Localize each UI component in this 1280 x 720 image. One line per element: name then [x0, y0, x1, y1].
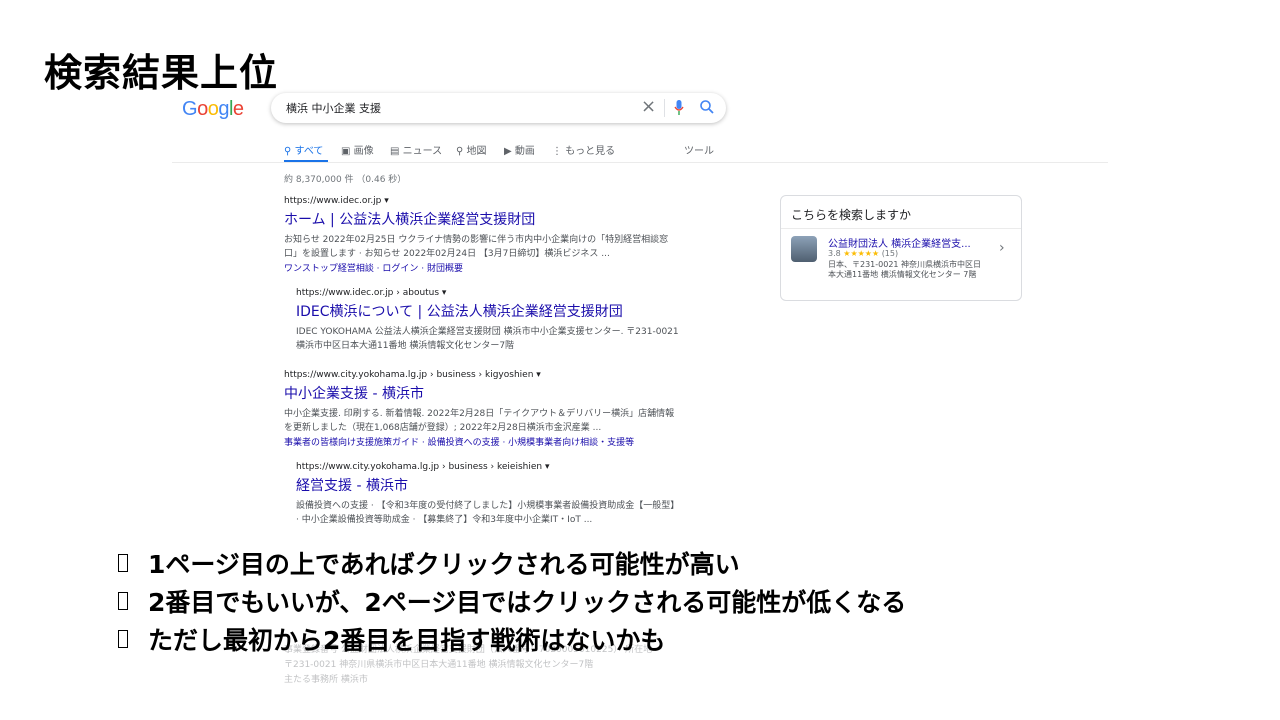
result-url[interactable]: https://www.city.yokohama.lg.jp › busine… [296, 462, 679, 472]
result-title[interactable]: 中小企業支援 - 横浜市 [284, 383, 674, 403]
search-result: https://www.city.yokohama.lg.jp › busine… [284, 370, 674, 448]
bullet-list: 1ページ目の上であればクリックされる可能性が高い 2番目でもいいが、2ページ目で… [118, 544, 906, 658]
microphone-icon[interactable] [674, 99, 684, 117]
bullet-marker [118, 592, 128, 610]
search-icon[interactable] [699, 99, 715, 115]
bullet-item: 1ページ目の上であればクリックされる可能性が高い [118, 544, 906, 582]
search-icon: ⚲ [284, 146, 292, 157]
tab-maps[interactable]: ⚲ 地図 [456, 142, 487, 157]
more-icon: ⋮ [552, 146, 562, 157]
search-result: https://www.city.yokohama.lg.jp › busine… [296, 462, 679, 527]
bullet-item: ただし最初から2番目を目指す戦術はないかも [118, 620, 906, 658]
bullet-item: 2番目でもいいが、2ページ目ではクリックされる可能性が低くなる [118, 582, 906, 620]
google-logo[interactable]: Google [182, 98, 244, 121]
star-rating-icon: ★★★★★ [843, 249, 880, 258]
chevron-right-icon[interactable]: › [999, 240, 1005, 256]
bullet-marker [118, 630, 128, 648]
tab-news[interactable]: ▤ ニュース [390, 142, 442, 157]
search-result: https://www.idec.or.jp › aboutus ▾ IDEC横… [296, 288, 679, 353]
tools-button[interactable]: ツール [684, 142, 714, 157]
result-sitelinks[interactable]: 事業者の皆様向け支援施策ガイド · 設備投資への支援 · 小規模事業者向け相談・… [284, 435, 674, 448]
result-url[interactable]: https://www.city.yokohama.lg.jp › busine… [284, 370, 674, 380]
result-snippet: IDEC YOKOHAMA 公益法人横浜企業経営支援財団 横浜市中小企業支援セン… [296, 327, 679, 351]
divider [664, 99, 665, 117]
result-sitelinks[interactable]: ワンストップ経営相談 · ログイン · 財団概要 [284, 261, 668, 274]
divider [781, 228, 1021, 229]
tab-more[interactable]: ⋮ もっと見る [552, 142, 615, 157]
video-icon: ▶ [504, 146, 512, 157]
image-icon: ▣ [341, 146, 351, 157]
result-snippet: 設備投資への支援 · 【令和3年度の受付終了しました】小規模事業者設備投資助成金… [296, 501, 680, 525]
result-title[interactable]: 経営支援 - 横浜市 [296, 475, 679, 495]
map-pin-icon: ⚲ [456, 146, 464, 157]
result-title[interactable]: IDEC横浜について | 公益法人横浜企業経営支援財団 [296, 301, 679, 321]
knowledge-panel: こちらを検索しますか 公益財団法人 横浜企業経営支... 3.8 ★★★★★ (… [780, 195, 1022, 301]
place-name[interactable]: 公益財団法人 横浜企業経営支... [828, 235, 971, 250]
divider [172, 162, 1108, 163]
place-address: 日本、〒231-0021 神奈川県横浜市中区日本大通11番地 横浜情報文化センタ… [828, 260, 982, 279]
tab-images[interactable]: ▣ 画像 [341, 142, 374, 157]
result-snippet: お知らせ 2022年02月25日 ウクライナ情勢の影響に伴う市内中小企業向けの「… [284, 235, 669, 259]
clear-icon[interactable]: × [641, 96, 656, 117]
result-url[interactable]: https://www.idec.or.jp › aboutus ▾ [296, 288, 679, 298]
search-box[interactable]: 横浜 中小企業 支援 × [271, 93, 726, 123]
place-thumbnail[interactable] [791, 236, 817, 262]
tab-all[interactable]: ⚲ すべて [284, 142, 323, 157]
result-snippet: 中小企業支援. 印刷する. 新着情報. 2022年2月28日「テイクアウト＆デリ… [284, 409, 675, 433]
tab-videos[interactable]: ▶ 動画 [504, 142, 535, 157]
result-url[interactable]: https://www.idec.or.jp ▾ [284, 196, 668, 206]
search-input[interactable]: 横浜 中小企業 支援 [286, 100, 381, 116]
knowledge-panel-heading: こちらを検索しますか [791, 208, 912, 222]
news-icon: ▤ [390, 146, 400, 157]
search-result: https://www.idec.or.jp ▾ ホーム | 公益法人横浜企業経… [284, 196, 668, 274]
bullet-marker [118, 554, 128, 572]
place-rating: 3.8 ★★★★★ (15) [828, 249, 899, 258]
result-stats: 約 8,370,000 件 （0.46 秒） [284, 175, 407, 185]
result-title[interactable]: ホーム | 公益法人横浜企業経営支援財団 [284, 209, 668, 229]
